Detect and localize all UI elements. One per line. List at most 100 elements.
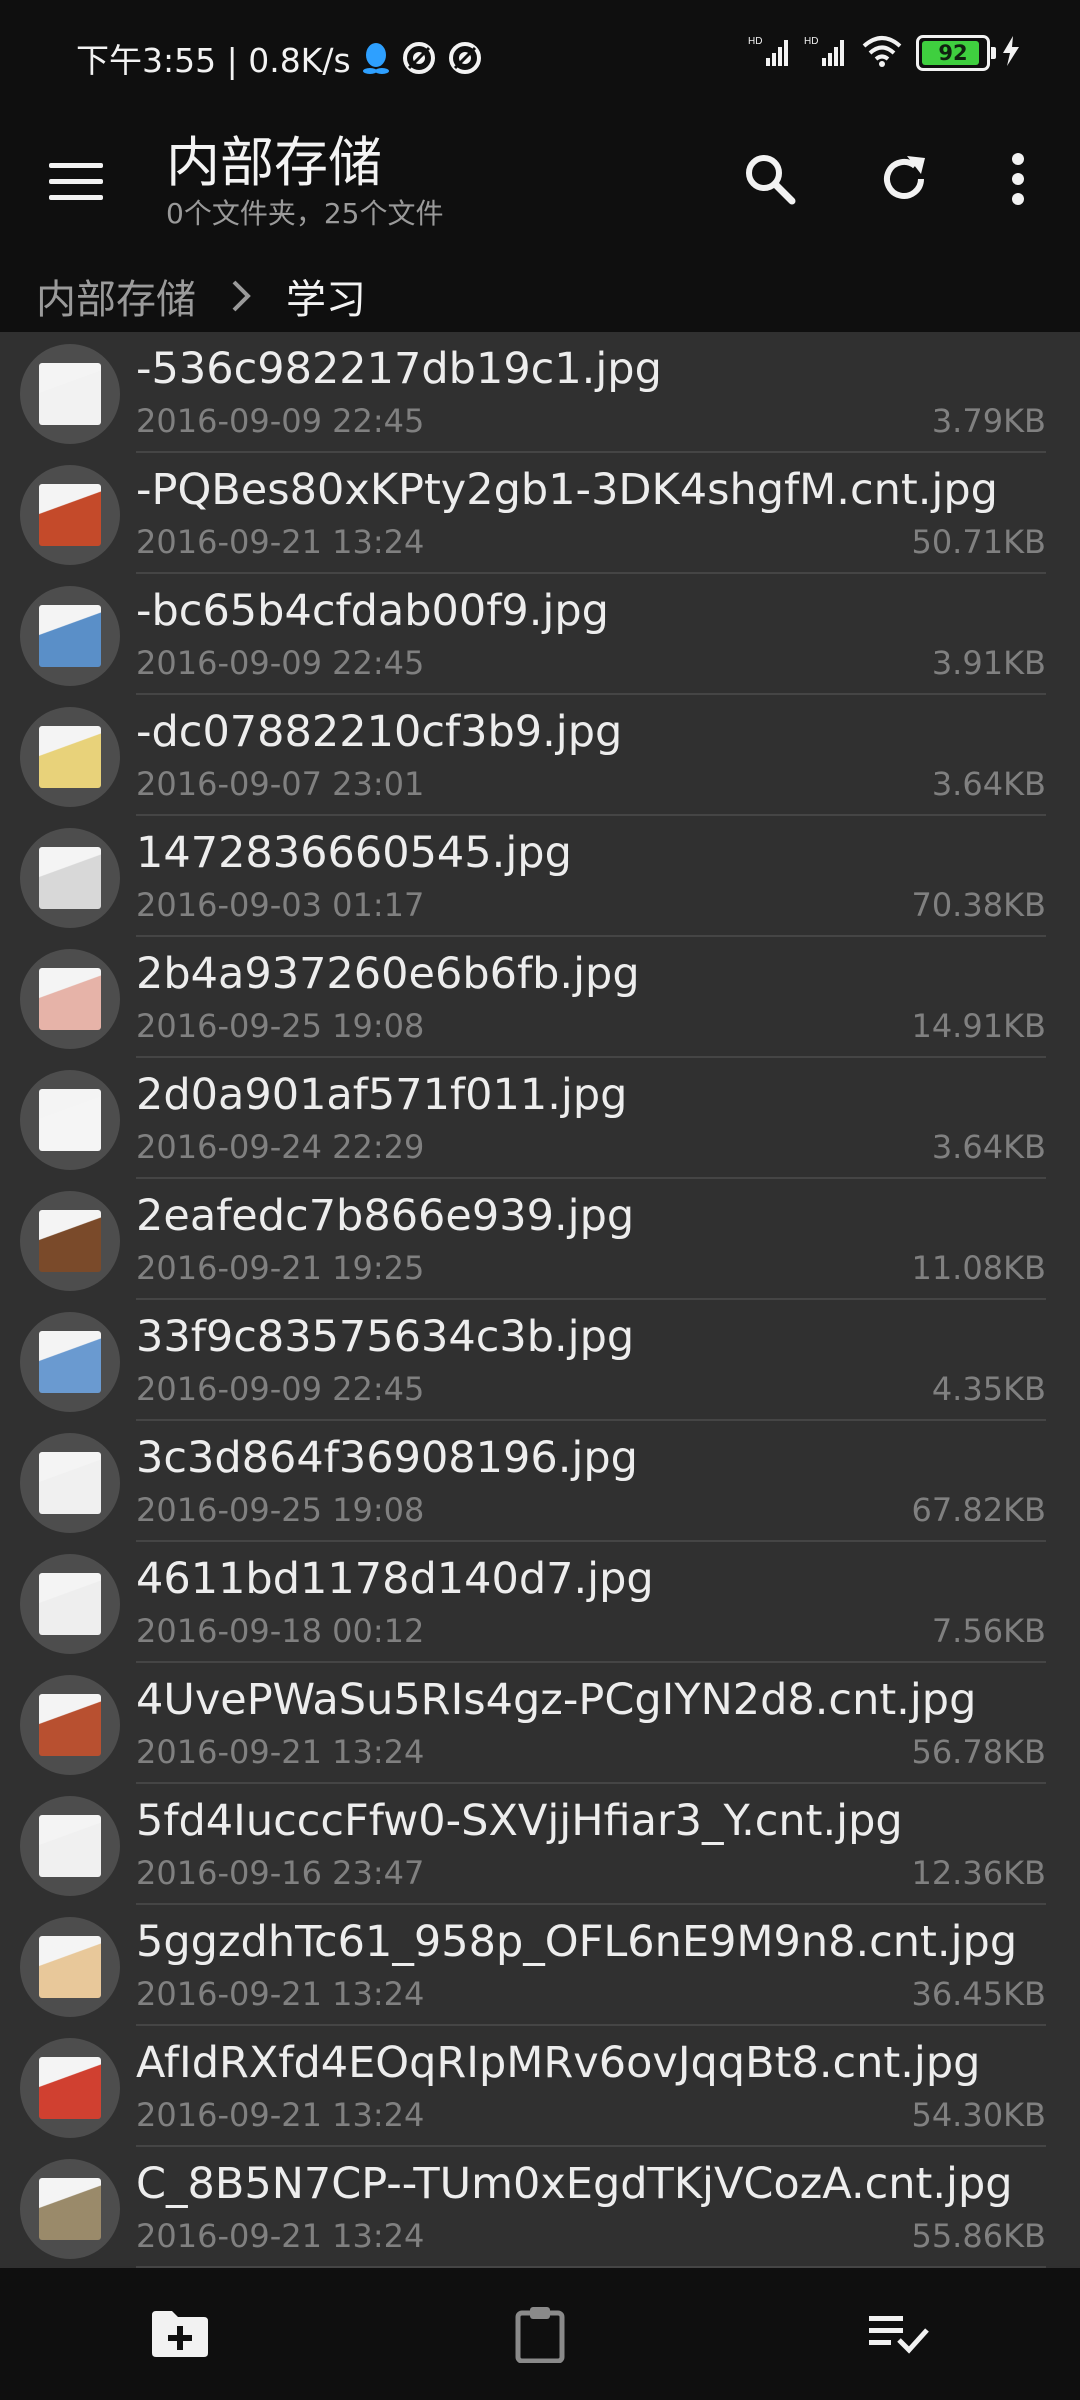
file-row[interactable]: 3c3d864f36908196.jpg 2016-09-25 19:08 67.8… <box>0 1421 1080 1542</box>
file-size: 7.56KB <box>931 1612 1046 1650</box>
status-right: HD HD 92 <box>748 34 1020 72</box>
select-all-icon <box>869 2316 929 2354</box>
file-name: 5fd4IucccFfw0-SXVjjHfiar3_Y.cnt.jpg <box>136 1796 903 1846</box>
notification-app-icon-2 <box>447 40 483 76</box>
file-row[interactable]: -536c982217db19c1.jpg 2016-09-09 22:45 3.7… <box>0 332 1080 453</box>
file-size: 67.82KB <box>911 1491 1046 1529</box>
file-row[interactable]: 1472836660545.jpg 2016-09-03 01:17 70.38KB <box>0 816 1080 937</box>
battery-level: 92 <box>938 41 968 65</box>
file-row[interactable]: 5fd4IucccFfw0-SXVjjHfiar3_Y.cnt.jpg 2016-… <box>0 1784 1080 1905</box>
image-thumbnail-icon <box>39 1331 101 1393</box>
file-date: 2016-09-21 13:24 <box>136 523 425 561</box>
menu-icon <box>49 163 103 200</box>
new-folder-button[interactable] <box>138 2292 222 2376</box>
file-date: 2016-09-21 13:24 <box>136 1733 425 1771</box>
file-date: 2016-09-21 13:24 <box>136 2096 425 2134</box>
file-thumbnail <box>20 344 120 444</box>
image-thumbnail-icon <box>39 968 101 1030</box>
file-row[interactable]: 4UvePWaSu5RIs4gz-PCgIYN2d8.cnt.jpg 2016-0… <box>0 1663 1080 1784</box>
breadcrumb-root[interactable]: 内部存储 <box>36 267 196 325</box>
file-date: 2016-09-24 22:29 <box>136 1128 425 1166</box>
status-bar: 下午3:55 | 0.8K/s HD HD 92 <box>0 0 1080 110</box>
refresh-icon <box>884 156 925 199</box>
search-button[interactable] <box>728 137 812 221</box>
file-list: -536c982217db19c1.jpg 2016-09-09 22:45 3.7… <box>0 332 1080 2268</box>
wifi-icon <box>860 34 904 72</box>
file-name: 33f9c83575634c3b.jpg <box>136 1312 635 1362</box>
file-name: 1472836660545.jpg <box>136 828 572 878</box>
file-row[interactable]: 33f9c83575634c3b.jpg 2016-09-09 22:45 4.35… <box>0 1300 1080 1421</box>
search-icon <box>746 155 796 205</box>
file-thumbnail <box>20 828 120 928</box>
file-date: 2016-09-07 23:01 <box>136 765 425 803</box>
image-thumbnail-icon <box>39 1815 101 1877</box>
file-size: 3.91KB <box>931 644 1046 682</box>
file-date: 2016-09-03 01:17 <box>136 886 425 924</box>
file-row[interactable]: 2d0a901af571f011.jpg 2016-09-24 22:29 3.64… <box>0 1058 1080 1179</box>
image-thumbnail-icon <box>39 2178 101 2240</box>
file-name: 2d0a901af571f011.jpg <box>136 1070 628 1120</box>
file-thumbnail <box>20 1917 120 2017</box>
file-thumbnail <box>20 465 120 565</box>
file-size: 12.36KB <box>911 1854 1046 1892</box>
file-row[interactable]: 5ggzdhTc61_958p_OFL6nE9M9n8.cnt.jpg 2016-… <box>0 1905 1080 2026</box>
notification-app-icon <box>401 40 437 76</box>
select-all-button[interactable] <box>858 2292 942 2376</box>
image-thumbnail-icon <box>39 1936 101 1998</box>
file-date: 2016-09-18 00:12 <box>136 1612 425 1650</box>
file-name: AfIdRXfd4EOqRIpMRv6ovJqqBt8.cnt.jpg <box>136 2038 981 2088</box>
clipboard-button[interactable] <box>498 2292 582 2376</box>
file-size: 14.91KB <box>911 1007 1046 1045</box>
file-name: 2b4a937260e6b6fb.jpg <box>136 949 640 999</box>
file-date: 2016-09-25 19:08 <box>136 1491 425 1529</box>
file-row[interactable]: -dc07882210cf3b9.jpg 2016-09-07 23:01 3.64… <box>0 695 1080 816</box>
file-thumbnail <box>20 2038 120 2138</box>
file-row[interactable]: 2eafedc7b866e939.jpg 2016-09-21 19:25 11.0… <box>0 1179 1080 1300</box>
file-date: 2016-09-21 13:24 <box>136 1975 425 2013</box>
file-size: 54.30KB <box>911 2096 1046 2134</box>
file-date: 2016-09-09 22:45 <box>136 402 425 440</box>
breadcrumb-current[interactable]: 学习 <box>286 267 366 325</box>
file-date: 2016-09-09 22:45 <box>136 1370 425 1408</box>
file-row[interactable]: C_8B5N7CP--TUm0xEgdTKjVCozA.cnt.jpg 2016-… <box>0 2147 1080 2268</box>
file-name: -dc07882210cf3b9.jpg <box>136 707 623 757</box>
chevron-right-icon <box>230 279 252 313</box>
file-row[interactable]: 4611bd1178d140d7.jpg 2016-09-18 00:12 7.56… <box>0 1542 1080 1663</box>
file-thumbnail <box>20 586 120 686</box>
image-thumbnail-icon <box>39 484 101 546</box>
file-row[interactable]: AfIdRXfd4EOqRIpMRv6ovJqqBt8.cnt.jpg 2016-… <box>0 2026 1080 2147</box>
file-name: 2eafedc7b866e939.jpg <box>136 1191 635 1241</box>
file-size: 56.78KB <box>911 1733 1046 1771</box>
charging-icon <box>1002 36 1020 70</box>
more-vertical-icon <box>1012 153 1024 205</box>
svg-text:HD: HD <box>748 36 762 47</box>
status-left: 下午3:55 | 0.8K/s <box>76 34 483 82</box>
file-thumbnail <box>20 2159 120 2259</box>
file-row[interactable]: -PQBes80xKPty2gb1-3DK4shgfM.cnt.jpg 2016-… <box>0 453 1080 574</box>
file-thumbnail <box>20 1796 120 1896</box>
file-name: C_8B5N7CP--TUm0xEgdTKjVCozA.cnt.jpg <box>136 2159 1013 2209</box>
image-thumbnail-icon <box>39 1573 101 1635</box>
menu-button[interactable] <box>34 140 118 224</box>
file-size: 4.35KB <box>931 1370 1046 1408</box>
refresh-button[interactable] <box>862 137 946 221</box>
file-thumbnail <box>20 1312 120 1412</box>
file-name: -536c982217db19c1.jpg <box>136 344 662 394</box>
signal-icon-2: HD <box>804 34 848 72</box>
file-thumbnail <box>20 1191 120 1291</box>
image-thumbnail-icon <box>39 1452 101 1514</box>
file-size: 70.38KB <box>911 886 1046 924</box>
file-row[interactable]: 2b4a937260e6b6fb.jpg 2016-09-25 19:08 14.9… <box>0 937 1080 1058</box>
file-thumbnail <box>20 707 120 807</box>
qq-icon <box>361 41 391 75</box>
more-options-button[interactable] <box>976 137 1060 221</box>
image-thumbnail-icon <box>39 1694 101 1756</box>
file-name: 4611bd1178d140d7.jpg <box>136 1554 654 1604</box>
file-row[interactable]: -bc65b4cfdab00f9.jpg 2016-09-09 22:45 3.91… <box>0 574 1080 695</box>
file-size: 3.64KB <box>931 765 1046 803</box>
file-date: 2016-09-09 22:45 <box>136 644 425 682</box>
image-thumbnail-icon <box>39 847 101 909</box>
bottom-bar <box>0 2268 1080 2400</box>
file-size: 3.64KB <box>931 1128 1046 1166</box>
clipboard-icon <box>515 2307 565 2363</box>
